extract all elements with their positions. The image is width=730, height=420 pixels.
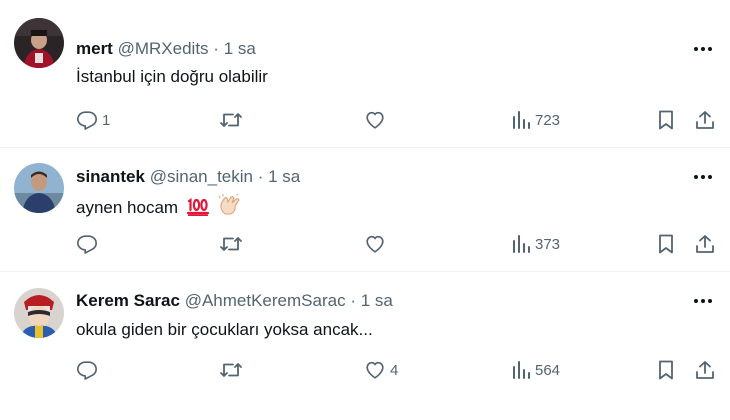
bookmark-button[interactable]	[656, 359, 676, 381]
tweet-text: aynen hocam	[76, 198, 179, 217]
retweet-button[interactable]	[219, 233, 247, 255]
avatar[interactable]	[14, 18, 64, 68]
display-name[interactable]: mert	[76, 39, 113, 58]
share-icon	[694, 109, 716, 131]
like-icon	[364, 109, 386, 131]
views-count: 373	[535, 235, 561, 253]
user-handle[interactable]: @AhmetKeremSarac	[185, 291, 346, 310]
tweet[interactable]: sinantek @sinan_tekin · 1 sa aynen hocam	[0, 148, 730, 272]
more-icon[interactable]	[692, 170, 714, 184]
tweet-header: mert @MRXedits · 1 sa	[76, 38, 256, 60]
share-icon	[694, 233, 716, 255]
action-bar: 4 564	[0, 356, 730, 386]
more-icon[interactable]	[692, 42, 714, 56]
retweet-icon	[219, 233, 243, 255]
reply-icon	[76, 233, 98, 255]
tweet-text-row: aynen hocam	[76, 193, 242, 222]
timestamp[interactable]: 1 sa	[361, 291, 393, 310]
tweet[interactable]: Kerem Sarac @AhmetKeremSarac · 1 sa okul…	[0, 272, 730, 420]
reply-button[interactable]: 1	[76, 109, 110, 131]
like-icon	[364, 359, 386, 381]
separator-dot: ·	[213, 39, 219, 58]
separator-dot: ·	[350, 291, 356, 310]
avatar[interactable]	[14, 288, 64, 338]
action-bar: 1 723	[0, 106, 730, 136]
reply-button[interactable]	[76, 359, 102, 381]
views-count: 564	[535, 361, 561, 379]
reply-icon	[76, 359, 98, 381]
user-handle[interactable]: @sinan_tekin	[150, 167, 253, 186]
tweet-header: sinantek @sinan_tekin · 1 sa	[76, 166, 300, 188]
display-name[interactable]: Kerem Sarac	[76, 291, 180, 310]
timestamp[interactable]: 1 sa	[224, 39, 256, 58]
views-button[interactable]: 373	[511, 233, 560, 255]
retweet-icon	[219, 359, 243, 381]
views-icon	[511, 233, 531, 255]
like-count: 4	[390, 361, 399, 379]
tweet[interactable]: mert @MRXedits · 1 sa İstanbul için doğr…	[0, 0, 730, 148]
like-button[interactable]	[364, 109, 390, 131]
share-button[interactable]	[694, 359, 716, 381]
like-button[interactable]	[364, 233, 390, 255]
bookmark-icon	[656, 359, 676, 381]
retweet-button[interactable]	[219, 359, 247, 381]
tweet-text: okula giden bir çocukları yoksa ancak...	[76, 320, 373, 339]
views-icon	[511, 359, 531, 381]
reply-count: 1	[102, 111, 111, 129]
share-button[interactable]	[694, 109, 716, 131]
views-count: 723	[535, 111, 561, 129]
tweet-header: Kerem Sarac @AhmetKeremSarac · 1 sa	[76, 290, 393, 312]
more-icon[interactable]	[692, 294, 714, 308]
views-button[interactable]: 723	[511, 109, 560, 131]
display-name[interactable]: sinantek	[76, 167, 145, 186]
retweet-button[interactable]	[219, 109, 247, 131]
tweet-feed: mert @MRXedits · 1 sa İstanbul için doğr…	[0, 0, 730, 420]
bookmark-button[interactable]	[656, 109, 676, 131]
avatar[interactable]	[14, 163, 64, 213]
share-button[interactable]	[694, 233, 716, 255]
reply-button[interactable]	[76, 233, 102, 255]
views-button[interactable]: 564	[511, 359, 560, 381]
retweet-icon	[219, 109, 243, 131]
user-handle[interactable]: @MRXedits	[118, 39, 209, 58]
hundred-points-icon	[186, 196, 210, 222]
action-bar: 373	[0, 230, 730, 260]
views-icon	[511, 109, 531, 131]
like-button[interactable]: 4	[364, 359, 398, 381]
separator-dot: ·	[257, 167, 264, 186]
bookmark-icon	[656, 233, 676, 255]
bookmark-button[interactable]	[656, 233, 676, 255]
reply-icon	[76, 109, 98, 131]
clapping-hands-icon	[217, 193, 242, 222]
bookmark-icon	[656, 109, 676, 131]
share-icon	[694, 359, 716, 381]
like-icon	[364, 233, 386, 255]
tweet-text: İstanbul için doğru olabilir	[76, 67, 268, 86]
timestamp[interactable]: 1 sa	[268, 167, 300, 186]
